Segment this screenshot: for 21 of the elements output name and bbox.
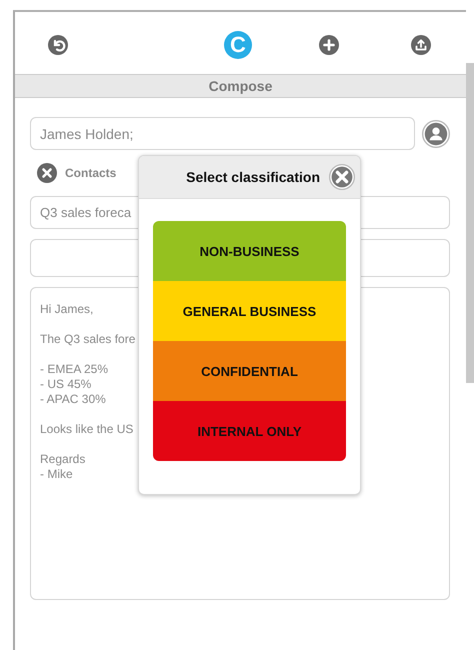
message-paragraph: - EMEA 25% - US 45% - APAC 30%: [40, 362, 108, 407]
contacts-label[interactable]: Contacts: [65, 166, 116, 180]
upload-icon[interactable]: [411, 35, 431, 55]
classification-option[interactable]: GENERAL BUSINESS: [153, 281, 346, 341]
classification-option[interactable]: CONFIDENTIAL: [153, 341, 346, 401]
classification-option[interactable]: INTERNAL ONLY: [153, 401, 346, 461]
classification-option[interactable]: NON-BUSINESS: [153, 221, 346, 281]
message-paragraph: Hi James,: [40, 302, 94, 317]
close-icon[interactable]: [329, 164, 355, 190]
message-paragraph: Regards - Mike: [40, 452, 86, 482]
close-icon[interactable]: [37, 163, 57, 183]
message-paragraph: The Q3 sales fore: [40, 332, 136, 347]
compose-title-bar: Compose: [15, 74, 466, 98]
message-paragraph: Looks like the US: [40, 422, 134, 437]
back-icon[interactable]: [48, 35, 68, 55]
scrollbar-thumb[interactable]: [466, 63, 474, 383]
to-field[interactable]: James Holden;: [30, 117, 415, 150]
contact-person-icon[interactable]: [422, 120, 450, 148]
add-icon[interactable]: [319, 35, 339, 55]
app-logo[interactable]: C: [224, 31, 252, 59]
dialog-title: Select classification: [186, 169, 320, 185]
